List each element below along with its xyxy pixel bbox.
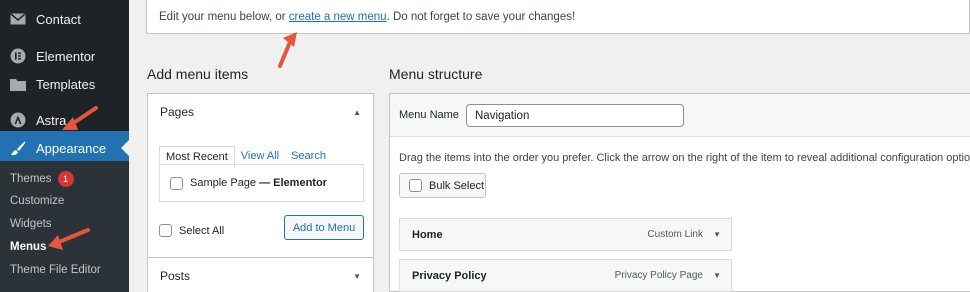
annotation-arrow-icon [278,32,297,68]
annotation-arrow-icon [62,106,98,130]
annotation-arrows [48,32,297,250]
annotation-arrow-icon [48,228,90,250]
